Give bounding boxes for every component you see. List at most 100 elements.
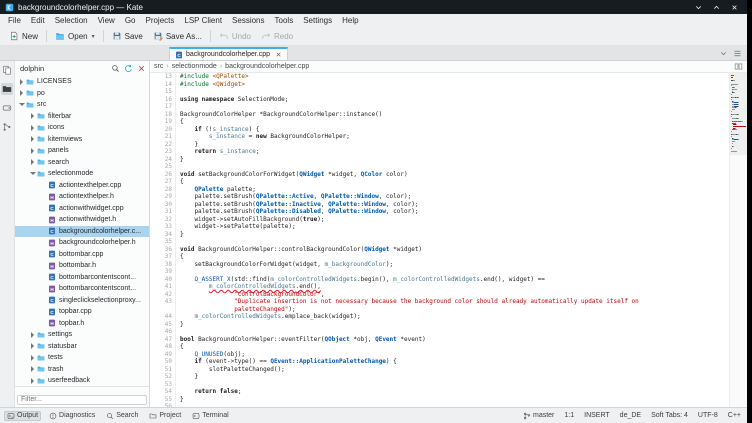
chevron-right-icon[interactable] <box>18 78 25 85</box>
chevron-right-icon[interactable] <box>29 124 36 131</box>
tree-item-actionwithwidget-h[interactable]: Hactionwithwidget.h <box>15 214 149 226</box>
tree-item-userfeedback[interactable]: userfeedback <box>15 375 149 386</box>
tree-item-panels[interactable]: panels <box>15 145 149 157</box>
output-button[interactable]: Output <box>4 411 41 421</box>
filter-input[interactable] <box>17 395 147 405</box>
tree-item-licenses[interactable]: LICENSES <box>15 76 149 88</box>
highlight-mode-status[interactable]: C++ <box>728 412 741 419</box>
project-button[interactable]: Project <box>146 411 184 421</box>
tree-item-bottombar-h[interactable]: Hbottombar.h <box>15 260 149 272</box>
menu-projects[interactable]: Projects <box>140 16 179 25</box>
chevron-right-icon[interactable] <box>29 136 36 143</box>
line-number: 44 <box>150 313 172 321</box>
chevron-right-icon[interactable] <box>29 113 36 120</box>
tree-item-actiontexthelper-h[interactable]: Hactiontexthelper.h <box>15 191 149 203</box>
filesystem-toolview-button[interactable] <box>1 102 13 114</box>
minimap-scrollbar[interactable] <box>729 73 747 407</box>
terminal-button[interactable]: Terminal <box>189 411 231 421</box>
tree-item-filterbar[interactable]: filterbar <box>15 111 149 123</box>
save-button[interactable]: Save <box>107 29 148 43</box>
menu-tools[interactable]: Tools <box>270 16 299 25</box>
search-button[interactable]: Search <box>103 411 141 421</box>
branch-icon <box>523 412 531 420</box>
reload-icon[interactable] <box>124 64 133 73</box>
breadcrumb-item-selectionmode[interactable]: selectionmode <box>172 63 217 70</box>
tree-item-src[interactable]: src <box>15 99 149 111</box>
tree-item-label: panels <box>48 147 69 154</box>
menu-go[interactable]: Go <box>120 16 141 25</box>
tree-item-po[interactable]: po <box>15 88 149 100</box>
chevron-right-icon[interactable] <box>29 343 36 350</box>
chevron-right-icon[interactable] <box>29 366 36 373</box>
tab-backgroundcolorhelper-cpp[interactable]: Cbackgroundcolorhelper.cpp <box>169 47 288 60</box>
breadcrumb-separator-icon: › <box>220 63 222 70</box>
breadcrumb-item-backgroundcolorhelper-cpp[interactable]: backgroundcolorhelper.cpp <box>225 63 309 70</box>
split-view-icon[interactable] <box>734 62 743 71</box>
close-icon[interactable] <box>275 51 282 58</box>
line-number: 22 <box>150 141 172 149</box>
minimize-button[interactable] <box>694 3 703 12</box>
tree-item-kitemviews[interactable]: kitemviews <box>15 134 149 146</box>
tree-item-bottombarcontentscont[interactable]: Hbottombarcontentscont... <box>15 283 149 295</box>
panel-close-icon[interactable] <box>137 64 146 73</box>
new-button[interactable]: New <box>4 29 43 43</box>
tree-item-actionwithwidget-cpp[interactable]: Cactionwithwidget.cpp <box>15 203 149 215</box>
tree-item-bottombarcontentscont[interactable]: Cbottombarcontentscont... <box>15 272 149 284</box>
undo-icon <box>219 31 229 41</box>
tree-item-backgroundcolorhelper-h[interactable]: Hbackgroundcolorhelper.h <box>15 237 149 249</box>
breadcrumb-item-src[interactable]: src <box>154 63 163 70</box>
chevron-right-icon[interactable] <box>18 90 25 97</box>
tree-item-topbar-h[interactable]: Htopbar.h <box>15 318 149 330</box>
tree-item-singleclickselectionproxy[interactable]: Csingleclickselectionproxy... <box>15 295 149 307</box>
menu-sessions[interactable]: Sessions <box>227 16 269 25</box>
chevron-down-icon[interactable] <box>18 101 25 108</box>
diagnostics-button[interactable]: Diagnostics <box>46 411 98 421</box>
project-search-icon[interactable] <box>111 64 120 73</box>
tree-item-backgroundcolorhelper-c[interactable]: Cbackgroundcolorhelper.c... <box>15 226 149 238</box>
chevron-right-icon[interactable] <box>29 354 36 361</box>
chevron-down-icon[interactable] <box>29 170 36 177</box>
git-toolview-button[interactable] <box>1 121 13 133</box>
insert-mode-status[interactable]: INSERT <box>584 412 610 419</box>
code-text[interactable]: #include <QPalette>#include <QWidget> us… <box>176 73 729 407</box>
tree-item-trash[interactable]: trash <box>15 364 149 376</box>
chevron-right-icon[interactable] <box>29 159 36 166</box>
close-button[interactable] <box>730 3 739 12</box>
project-name[interactable]: dolphin <box>18 64 107 73</box>
tree-item-statusbar[interactable]: statusbar <box>15 341 149 353</box>
tree-item-tests[interactable]: tests <box>15 352 149 364</box>
menu-help[interactable]: Help <box>337 16 363 25</box>
cursor-position-status[interactable]: 1:1 <box>564 412 574 419</box>
save-as-button[interactable]: Save As... <box>148 29 207 43</box>
toolbar-separator <box>210 30 211 42</box>
document-list-button[interactable] <box>733 49 742 58</box>
menu-lsp-client[interactable]: LSP Client <box>179 16 227 25</box>
tree-item-topbar-cpp[interactable]: Ctopbar.cpp <box>15 306 149 318</box>
indent-mode-status[interactable]: Soft Tabs: 4 <box>651 412 688 419</box>
menu-selection[interactable]: Selection <box>50 16 93 25</box>
tree-item-bottombar-cpp[interactable]: Cbottombar.cpp <box>15 249 149 261</box>
git-branch-status[interactable]: master <box>523 412 554 420</box>
menu-edit[interactable]: Edit <box>26 16 50 25</box>
tree-item-search[interactable]: search <box>15 157 149 169</box>
document-switcher-button[interactable] <box>719 49 728 58</box>
diagnostics-icon <box>49 412 57 420</box>
tree-item-actiontexthelper-cpp[interactable]: Cactiontexthelper.cpp <box>15 180 149 192</box>
menu-view[interactable]: View <box>93 16 120 25</box>
tree-item-label: selectionmode <box>48 170 93 177</box>
menu-file[interactable]: File <box>3 16 26 25</box>
documents-toolview-button[interactable] <box>1 64 13 76</box>
tree-item-selectionmode[interactable]: selectionmode <box>15 168 149 180</box>
chevron-right-icon[interactable] <box>29 377 36 384</box>
maximize-button[interactable] <box>712 3 721 12</box>
encoding-status[interactable]: UTF-8 <box>698 412 718 419</box>
chevron-right-icon[interactable] <box>29 147 36 154</box>
tree-item-label: topbar.h <box>59 320 84 327</box>
tree-item-icons[interactable]: icons <box>15 122 149 134</box>
dictionary-status[interactable]: de_DE <box>620 412 641 419</box>
chevron-right-icon[interactable] <box>29 331 36 338</box>
projects-toolview-button[interactable] <box>1 83 13 95</box>
tree-item-settings[interactable]: settings <box>15 329 149 341</box>
open-button[interactable]: Open▾ <box>50 29 100 43</box>
menu-settings[interactable]: Settings <box>298 16 337 25</box>
